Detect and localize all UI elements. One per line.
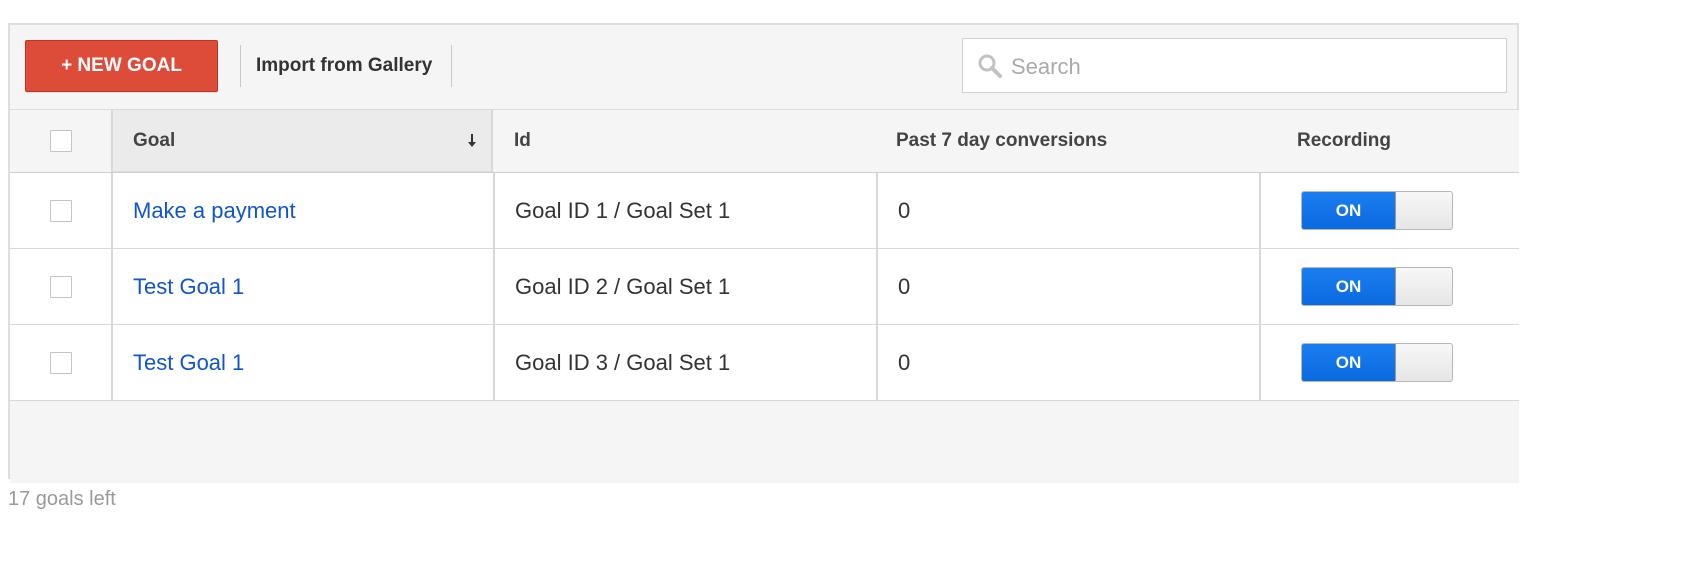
row-check-cell xyxy=(10,173,111,248)
recording-cell: ON xyxy=(1259,249,1519,324)
new-goal-button[interactable]: + NEW GOAL xyxy=(25,40,218,92)
recording-toggle-on-label: ON xyxy=(1302,192,1396,229)
recording-toggle[interactable]: ON xyxy=(1301,267,1453,306)
goal-link[interactable]: Test Goal 1 xyxy=(133,274,244,300)
recording-toggle-on-label: ON xyxy=(1302,344,1396,381)
recording-cell: ON xyxy=(1259,325,1519,400)
goals-table: Goal Id Past 7 day conversions Recording xyxy=(10,109,1519,483)
column-header-goal[interactable]: Goal xyxy=(111,110,493,172)
toolbar-divider xyxy=(451,45,452,87)
conversions-value: 0 xyxy=(898,197,911,223)
toolbar: + NEW GOAL Import from Gallery xyxy=(10,25,1517,109)
row-check-cell xyxy=(10,249,111,324)
row-checkbox[interactable] xyxy=(49,199,72,222)
column-header-conversions-label: Past 7 day conversions xyxy=(896,130,1108,151)
conversions-cell: 0 xyxy=(876,173,1259,248)
search-box[interactable] xyxy=(962,38,1507,94)
search-icon xyxy=(978,54,1002,78)
goals-left-text: 17 goals left xyxy=(8,488,116,510)
id-cell: Goal ID 2 / Goal Set 1 xyxy=(493,249,876,324)
goal-cell: Test Goal 1 xyxy=(111,249,493,324)
recording-toggle[interactable]: ON xyxy=(1301,343,1453,382)
conversions-cell: 0 xyxy=(876,249,1259,324)
column-header-conversions[interactable]: Past 7 day conversions xyxy=(876,110,1259,172)
recording-toggle-on-label: ON xyxy=(1302,268,1396,305)
goal-link[interactable]: Test Goal 1 xyxy=(133,350,244,376)
column-header-id[interactable]: Id xyxy=(493,110,876,172)
row-checkbox[interactable] xyxy=(49,275,72,298)
goal-cell: Test Goal 1 xyxy=(111,325,493,400)
column-header-goal-label: Goal xyxy=(133,130,176,151)
conversions-cell: 0 xyxy=(876,325,1259,400)
sort-down-arrow-icon xyxy=(468,134,476,147)
conversions-value: 0 xyxy=(898,273,911,299)
import-from-gallery-button[interactable]: Import from Gallery xyxy=(256,45,432,87)
recording-toggle[interactable]: ON xyxy=(1301,191,1453,230)
row-check-cell xyxy=(10,325,111,400)
column-header-recording: Recording xyxy=(1259,110,1519,172)
toolbar-divider xyxy=(240,45,241,87)
goal-link[interactable]: Make a payment xyxy=(133,198,296,224)
id-cell: Goal ID 3 / Goal Set 1 xyxy=(493,325,876,400)
column-header-recording-label: Recording xyxy=(1297,130,1391,151)
search-input[interactable] xyxy=(1009,39,1493,94)
row-checkbox[interactable] xyxy=(49,351,72,374)
goals-panel: + NEW GOAL Import from Gallery Goal xyxy=(8,23,1519,483)
table-footer-area xyxy=(10,401,1519,483)
table-row: Test Goal 1 Goal ID 3 / Goal Set 1 0 ON xyxy=(10,325,1519,401)
column-header-id-label: Id xyxy=(514,130,531,151)
table-header: Goal Id Past 7 day conversions Recording xyxy=(10,109,1519,173)
goal-cell: Make a payment xyxy=(111,173,493,248)
conversions-value: 0 xyxy=(898,349,911,375)
goal-id-text: Goal ID 3 / Goal Set 1 xyxy=(515,349,731,375)
select-all-cell xyxy=(10,110,111,172)
goal-id-text: Goal ID 2 / Goal Set 1 xyxy=(515,273,731,299)
table-row: Test Goal 1 Goal ID 2 / Goal Set 1 0 ON xyxy=(10,249,1519,325)
select-all-checkbox[interactable] xyxy=(49,130,72,152)
id-cell: Goal ID 1 / Goal Set 1 xyxy=(493,173,876,248)
table-row: Make a payment Goal ID 1 / Goal Set 1 0 … xyxy=(10,173,1519,249)
goal-id-text: Goal ID 1 / Goal Set 1 xyxy=(515,197,731,223)
recording-cell: ON xyxy=(1259,173,1519,248)
